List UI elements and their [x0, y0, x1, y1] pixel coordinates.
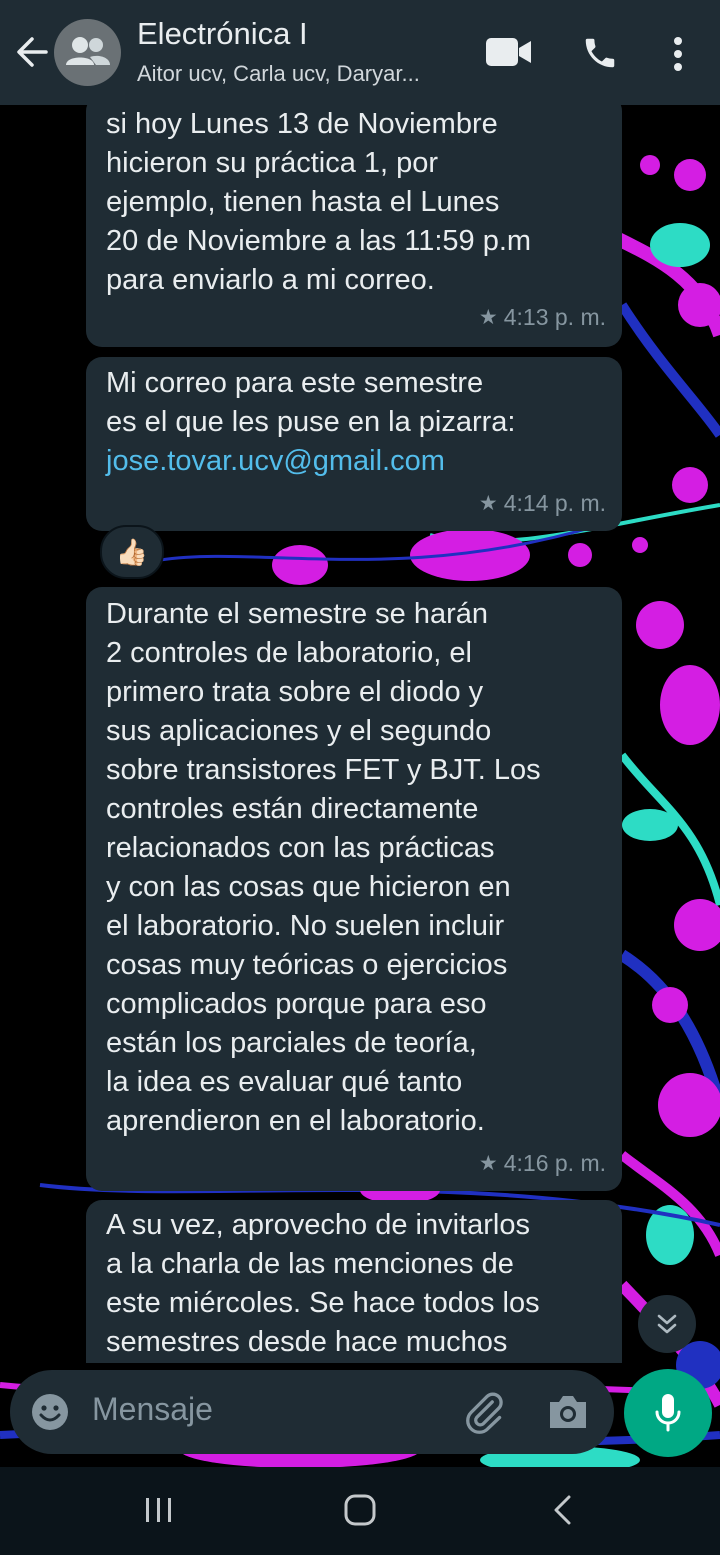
video-call-icon[interactable]: [485, 36, 533, 68]
scroll-to-bottom-button[interactable]: [638, 1295, 696, 1353]
system-back-icon[interactable]: [548, 1493, 578, 1527]
message-text-line: cosas muy teóricas o ejercicios: [106, 949, 508, 981]
message-text-line: la idea es evaluar qué tanto: [106, 1066, 463, 1098]
star-icon: ★: [478, 306, 498, 329]
message-meta: ★ 4:13 p. m.: [479, 298, 606, 337]
message-composer: Mensaje: [10, 1370, 614, 1454]
message-text-line: es el que les puse en la pizarra:: [106, 406, 516, 438]
message-text-line: y con las cosas que hicieron en: [106, 871, 511, 903]
thumbs-up-reaction: 👍🏻: [115, 536, 149, 567]
message-text-line: aprendieron en el laboratorio.: [106, 1105, 485, 1137]
reaction-badge[interactable]: 👍🏻: [100, 525, 164, 579]
more-options-icon[interactable]: [668, 34, 688, 74]
back-arrow-icon[interactable]: [14, 32, 50, 72]
message-text-line: hicieron su práctica 1, por: [106, 147, 439, 179]
group-avatar-icon[interactable]: [54, 19, 121, 86]
message-meta: ★ 4:16 p. m.: [479, 1144, 606, 1183]
message-input[interactable]: Mensaje: [92, 1391, 213, 1428]
attach-clip-icon[interactable]: [462, 1390, 506, 1434]
email-link[interactable]: jose.tovar.ucv@gmail.com: [106, 442, 602, 481]
recent-apps-icon[interactable]: [142, 1495, 176, 1525]
message-bubble[interactable]: A su vez, aprovecho de invitarlos a la c…: [86, 1200, 622, 1363]
message-text-line: sus aplicaciones y el segundo: [106, 715, 492, 747]
message-text-line: primero trata sobre el diodo y: [106, 676, 484, 708]
message-text-line: a la charla de las menciones de: [106, 1248, 514, 1280]
camera-icon[interactable]: [546, 1392, 590, 1432]
voice-call-icon[interactable]: [581, 34, 619, 72]
message-text-line: 2 controles de laboratorio, el: [106, 637, 472, 669]
star-icon: ★: [478, 492, 498, 515]
message-meta: ★ 4:14 p. m.: [479, 484, 606, 523]
emoji-icon[interactable]: [30, 1392, 70, 1432]
message-text-line: ejemplo, tienen hasta el Lunes: [106, 186, 500, 218]
message-text-line: Durante el semestre se harán: [106, 598, 489, 630]
message-text-line: Mi correo para este semestre: [106, 367, 484, 399]
message-time: 4:14 p. m.: [503, 490, 606, 516]
home-icon[interactable]: [341, 1491, 379, 1529]
message-text-line: 20 de Noviembre a las 11:59 p.m: [106, 225, 532, 257]
message-text-line: este miércoles. Se hace todos los: [106, 1287, 540, 1319]
message-bubble[interactable]: Durante el semestre se harán 2 controles…: [86, 587, 622, 1191]
double-chevron-down-icon: [657, 1314, 677, 1334]
chat-participants[interactable]: Aitor ucv, Carla ucv, Daryar...: [137, 61, 467, 87]
message-text-line: A su vez, aprovecho de invitarlos: [106, 1209, 530, 1241]
chat-title[interactable]: Electrónica I: [137, 16, 308, 52]
message-text-line: el laboratorio. No suelen incluir: [106, 910, 505, 942]
message-text-line: si hoy Lunes 13 de Noviembre: [106, 108, 498, 140]
message-text-line: complicados porque para eso: [106, 988, 487, 1020]
microphone-icon: [655, 1394, 681, 1432]
message-text-line: semestres desde hace muchos: [106, 1326, 508, 1358]
message-time: 4:16 p. m.: [503, 1150, 606, 1176]
chat-header: Electrónica I Aitor ucv, Carla ucv, Dary…: [0, 0, 720, 105]
message-bubble[interactable]: Mi correo para este semestre es el que l…: [86, 357, 622, 531]
voice-record-button[interactable]: [624, 1369, 712, 1457]
star-icon: ★: [478, 1152, 498, 1175]
message-text-line: relacionados con las prácticas: [106, 832, 495, 864]
system-navigation-bar: [0, 1467, 720, 1555]
message-text-line: sobre transistores FET y BJT. Los: [106, 754, 541, 786]
message-bubble[interactable]: si hoy Lunes 13 de Noviembre hicieron su…: [86, 105, 622, 347]
message-text-line: están los parciales de teoría,: [106, 1027, 477, 1059]
message-text-line: para enviarlo a mi correo.: [106, 264, 435, 296]
message-text-line: controles están directamente: [106, 793, 479, 825]
message-time: 4:13 p. m.: [503, 304, 606, 330]
message-list[interactable]: si hoy Lunes 13 de Noviembre hicieron su…: [0, 105, 720, 1363]
